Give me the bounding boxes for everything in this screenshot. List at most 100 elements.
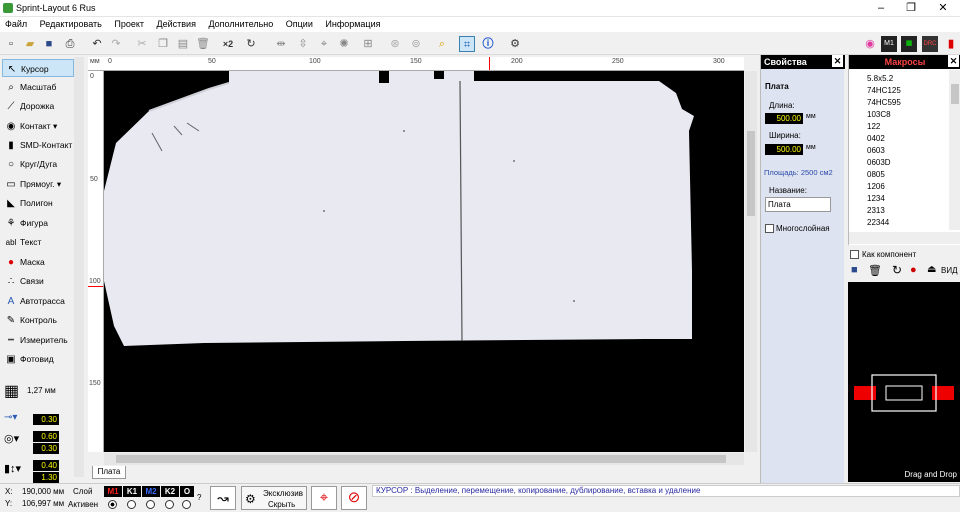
macro-item[interactable]: 5.8x5.2 [867,74,893,83]
as-component-checkbox[interactable] [850,250,859,259]
tool-check[interactable]: ✎ Контроль [2,311,74,329]
width-field[interactable]: 500.00 [765,144,803,155]
scanner-icon[interactable]: ▦ [901,36,917,52]
help-icon[interactable]: ? [197,493,201,502]
layer-m1[interactable]: M1 [104,486,122,497]
macro-item[interactable]: 22344 [867,218,889,227]
tool-cursor[interactable]: ↖ Курсор [2,59,74,77]
snap-icon[interactable]: ✺ [336,36,352,52]
board-canvas[interactable] [104,71,744,452]
active-radio-k2[interactable] [165,500,174,509]
macro-item[interactable]: 74HC595 [867,98,901,107]
search-icon[interactable]: ⌕ [434,36,450,52]
crosshair-icon[interactable]: ⌖ [311,486,337,510]
smd-height-value[interactable]: 1.30 [33,472,59,483]
smd-width-value[interactable]: 0.40 [33,460,59,471]
layer-k2[interactable]: K2 [161,486,179,497]
menu-info[interactable]: Информация [320,17,385,31]
exit-icon[interactable]: ▮ [943,36,959,52]
settings-gear-icon[interactable]: ⚙ [507,36,523,52]
sheet-tab[interactable]: Плата [92,466,126,479]
layer-k1[interactable]: K1 [123,486,141,497]
view-label[interactable]: ВИД [941,266,958,275]
view-icon[interactable]: ⏏ [927,264,936,275]
align-icon[interactable]: ⌖ [316,36,332,52]
menu-extra[interactable]: Дополнительно [203,17,278,31]
macro-item[interactable]: 122 [867,122,880,131]
active-radio-m1[interactable] [108,500,117,509]
tool-smd-pad[interactable]: ▮ SMD-Контакт [2,136,74,154]
macro-item[interactable]: 2313 [867,206,885,215]
tool-rect[interactable]: ▭ Прямоуг. ▾ [2,175,74,193]
pad-outer-value[interactable]: 0.60 [33,431,59,442]
grid-icon[interactable]: ▦ [4,381,19,401]
canvas-vscroll[interactable] [745,71,757,452]
save-icon[interactable]: ■ [41,36,57,52]
tools-scrollbar[interactable] [74,57,84,477]
macro-item[interactable]: 1206 [867,182,885,191]
tool-polygon[interactable]: ◣ Полигон [2,194,74,212]
tool-shape[interactable]: ⚘ Фигура [2,214,74,232]
tool-photoview[interactable]: ▣ Фотовид [2,350,74,368]
record-icon[interactable]: ● [910,264,917,276]
active-radio-k1[interactable] [127,500,136,509]
length-field[interactable]: 500.00 [765,113,803,124]
maximize-button[interactable]: ❐ [896,0,926,17]
cut-icon[interactable]: ✂ [134,36,150,52]
tool-pad[interactable]: ◉ Контакт ▾ [2,117,74,135]
no-connections-icon[interactable]: ⊘ [341,486,367,510]
close-icon[interactable]: ✕ [832,55,843,67]
delete-icon[interactable]: 🗑 [868,264,882,277]
tool-circle[interactable]: ○ Круг/Дуга [2,155,74,173]
tool-zoom[interactable]: ⌕ Масштаб [2,78,74,96]
tool-text[interactable]: abl Текст [2,233,74,251]
track-width-value[interactable]: 0.30 [33,414,59,425]
macro-item[interactable]: 0603 [867,146,885,155]
hscroll-thumb[interactable] [116,455,726,463]
tool-connections[interactable]: ∴ Связи [2,272,74,290]
grid-size[interactable]: 1,27 мм [27,386,56,395]
canvas-hscroll[interactable] [104,453,744,465]
tool-measure[interactable]: ┅ Измеритель [2,331,74,349]
minimize-button[interactable]: ‒ [866,0,896,17]
tool-track[interactable]: ⟋ Дорожка [2,97,74,115]
menu-edit[interactable]: Редактировать [35,17,107,31]
macros-hscroll[interactable] [849,232,960,244]
tool-mask[interactable]: ● Маска [2,253,74,271]
transparent-mode-icon[interactable]: ⌗ [459,36,475,52]
name-field[interactable]: Плата [765,197,831,212]
drc-icon[interactable]: DRC [922,36,938,52]
active-radio-m2[interactable] [146,500,155,509]
redo-icon[interactable]: ↷ [108,36,124,52]
layer-m2[interactable]: M2 [142,486,160,497]
group-icon[interactable]: ⊞ [360,36,376,52]
lock-icon[interactable]: ⊛ [387,36,403,52]
active-radio-o[interactable] [182,500,191,509]
open-folder-icon[interactable]: ▰ [22,36,38,52]
mirror-h-icon[interactable]: ⇹ [273,36,289,52]
macro-item[interactable]: 103C8 [867,110,891,119]
layer-o[interactable]: O [180,486,194,497]
rotate-icon[interactable]: ↻ [243,36,259,52]
paste-icon[interactable]: ▤ [175,36,191,52]
copy-icon[interactable]: ❐ [155,36,171,52]
layer-m1-icon[interactable]: M1 [881,36,897,52]
multilayer-checkbox[interactable] [765,224,774,233]
save-icon[interactable]: ■ [851,264,858,276]
macros-scroll-thumb[interactable] [951,84,959,104]
menu-options[interactable]: Опции [281,17,318,31]
menu-project[interactable]: Проект [109,17,149,31]
info-icon[interactable]: ⓘ [480,36,496,52]
new-file-icon[interactable]: ▫ [3,36,19,52]
vscroll-thumb[interactable] [747,131,755,216]
macros-scrollbar[interactable] [949,70,960,230]
tool-autoroute[interactable]: A Автотрасса [2,292,74,310]
macro-item[interactable]: 74HC125 [867,86,901,95]
macro-item[interactable]: 0805 [867,170,885,179]
exclusive-hide-button[interactable]: ⚙ Эксклюзив Скрыть [241,486,307,510]
macro-item[interactable]: 0402 [867,134,885,143]
close-icon[interactable]: ✕ [948,55,959,67]
print-icon[interactable]: ⎙ [62,36,78,52]
menu-actions[interactable]: Действия [152,17,201,31]
macro-item[interactable]: 0603D [867,158,891,167]
